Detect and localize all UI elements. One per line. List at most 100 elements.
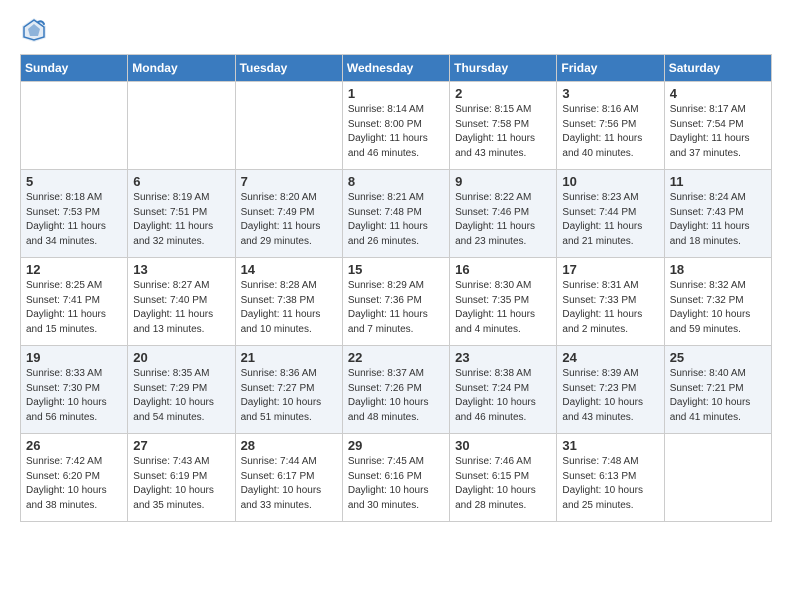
calendar-cell: 25Sunrise: 8:40 AM Sunset: 7:21 PM Dayli… [664, 346, 771, 434]
day-info: Sunrise: 8:27 AM Sunset: 7:40 PM Dayligh… [133, 279, 229, 337]
calendar-cell: 17 Sunrise: 8:31 AM Sunset: 7:33 PM Dayli… [557, 258, 664, 346]
calendar-cell: 10Sunrise: 8:23 AM Sunset: 7:44 PM Dayli… [557, 170, 664, 258]
day-number: 12 [26, 262, 122, 277]
day-info: Sunrise: 7:42 AM Sunset: 6:20 PM Dayligh… [26, 455, 122, 513]
col-header-tuesday: Tuesday [235, 55, 342, 82]
calendar-cell: 3Sunrise: 8:16 AM Sunset: 7:56 PM Daylig… [557, 82, 664, 170]
day-number: 5 [26, 174, 122, 189]
day-info: Sunrise: 8:25 AM Sunset: 7:41 PM Dayligh… [26, 279, 122, 337]
day-info: Sunrise: 8:37 AM Sunset: 7:26 PM Dayligh… [348, 367, 444, 425]
calendar-cell [664, 434, 771, 522]
day-number: 4 [670, 86, 766, 101]
day-number: 14 [241, 262, 337, 277]
day-number: 18 [670, 262, 766, 277]
col-header-sunday: Sunday [21, 55, 128, 82]
day-number: 8 [348, 174, 444, 189]
col-header-saturday: Saturday [664, 55, 771, 82]
day-number: 3 [562, 86, 658, 101]
day-info: Sunrise: 8:31 AM Sunset: 7:33 PM Dayligh… [562, 279, 658, 337]
day-number: 24 [562, 350, 658, 365]
calendar-cell: 19 Sunrise: 8:33 AM Sunset: 7:30 PM Dayli… [21, 346, 128, 434]
day-info: Sunrise: 8:38 AM Sunset: 7:24 PM Dayligh… [455, 367, 551, 425]
week-row-2: 5 Sunrise: 8:18 AM Sunset: 7:53 PM Daylig… [21, 170, 772, 258]
day-number: 7 [241, 174, 337, 189]
day-number: 20 [133, 350, 229, 365]
calendar-cell: 27 Sunrise: 7:43 AM Sunset: 6:19 PM Dayli… [128, 434, 235, 522]
day-info: Sunrise: 8:15 AM Sunset: 7:58 PM Dayligh… [455, 103, 551, 161]
calendar-cell: 24Sunrise: 8:39 AM Sunset: 7:23 PM Dayli… [557, 346, 664, 434]
day-number: 1 [348, 86, 444, 101]
week-row-1: 1 Sunrise: 8:14 AM Sunset: 8:00 PM Daylig… [21, 82, 772, 170]
col-header-thursday: Thursday [450, 55, 557, 82]
day-info: Sunrise: 8:18 AM Sunset: 7:53 PM Dayligh… [26, 191, 122, 249]
calendar-cell: 6 Sunrise: 8:19 AM Sunset: 7:51 PM Daylig… [128, 170, 235, 258]
day-number: 21 [241, 350, 337, 365]
calendar-cell: 31 Sunrise: 7:48 AM Sunset: 6:13 PM Dayli… [557, 434, 664, 522]
day-info: Sunrise: 8:30 AM Sunset: 7:35 PM Dayligh… [455, 279, 551, 337]
logo [20, 16, 52, 44]
day-number: 29 [348, 438, 444, 453]
week-row-3: 12 Sunrise: 8:25 AM Sunset: 7:41 PM Dayli… [21, 258, 772, 346]
day-number: 15 [348, 262, 444, 277]
day-number: 6 [133, 174, 229, 189]
calendar-cell [128, 82, 235, 170]
calendar-cell: 12 Sunrise: 8:25 AM Sunset: 7:41 PM Dayli… [21, 258, 128, 346]
day-info: Sunrise: 8:29 AM Sunset: 7:36 PM Dayligh… [348, 279, 444, 337]
calendar-cell: 14 Sunrise: 8:28 AM Sunset: 7:38 PM Dayli… [235, 258, 342, 346]
day-info: Sunrise: 8:17 AM Sunset: 7:54 PM Dayligh… [670, 103, 766, 161]
day-info: Sunrise: 8:23 AM Sunset: 7:44 PM Dayligh… [562, 191, 658, 249]
day-number: 17 [562, 262, 658, 277]
day-info: Sunrise: 8:32 AM Sunset: 7:32 PM Dayligh… [670, 279, 766, 337]
calendar-cell: 1 Sunrise: 8:14 AM Sunset: 8:00 PM Daylig… [342, 82, 449, 170]
day-info: Sunrise: 7:43 AM Sunset: 6:19 PM Dayligh… [133, 455, 229, 513]
calendar-cell: 21 Sunrise: 8:36 AM Sunset: 7:27 PM Dayli… [235, 346, 342, 434]
col-header-wednesday: Wednesday [342, 55, 449, 82]
calendar-cell: 28 Sunrise: 7:44 AM Sunset: 6:17 PM Dayli… [235, 434, 342, 522]
col-header-friday: Friday [557, 55, 664, 82]
page: SundayMondayTuesdayWednesdayThursdayFrid… [0, 0, 792, 538]
calendar-cell [235, 82, 342, 170]
day-info: Sunrise: 7:48 AM Sunset: 6:13 PM Dayligh… [562, 455, 658, 513]
day-info: Sunrise: 8:22 AM Sunset: 7:46 PM Dayligh… [455, 191, 551, 249]
day-number: 16 [455, 262, 551, 277]
calendar-cell: 16 Sunrise: 8:30 AM Sunset: 7:35 PM Dayli… [450, 258, 557, 346]
day-number: 30 [455, 438, 551, 453]
day-info: Sunrise: 8:19 AM Sunset: 7:51 PM Dayligh… [133, 191, 229, 249]
calendar-cell: 13Sunrise: 8:27 AM Sunset: 7:40 PM Dayli… [128, 258, 235, 346]
day-number: 23 [455, 350, 551, 365]
calendar-cell: 22 Sunrise: 8:37 AM Sunset: 7:26 PM Dayli… [342, 346, 449, 434]
calendar-header-row: SundayMondayTuesdayWednesdayThursdayFrid… [21, 55, 772, 82]
calendar-cell: 20Sunrise: 8:35 AM Sunset: 7:29 PM Dayli… [128, 346, 235, 434]
day-number: 28 [241, 438, 337, 453]
calendar-cell: 18 Sunrise: 8:32 AM Sunset: 7:32 PM Dayli… [664, 258, 771, 346]
calendar-cell: 7 Sunrise: 8:20 AM Sunset: 7:49 PM Daylig… [235, 170, 342, 258]
day-number: 2 [455, 86, 551, 101]
calendar-cell [21, 82, 128, 170]
week-row-5: 26 Sunrise: 7:42 AM Sunset: 6:20 PM Dayli… [21, 434, 772, 522]
day-number: 27 [133, 438, 229, 453]
day-info: Sunrise: 8:40 AM Sunset: 7:21 PM Dayligh… [670, 367, 766, 425]
day-info: Sunrise: 7:46 AM Sunset: 6:15 PM Dayligh… [455, 455, 551, 513]
calendar-cell: 30 Sunrise: 7:46 AM Sunset: 6:15 PM Dayli… [450, 434, 557, 522]
logo-icon [20, 16, 48, 44]
day-number: 19 [26, 350, 122, 365]
day-info: Sunrise: 8:33 AM Sunset: 7:30 PM Dayligh… [26, 367, 122, 425]
day-number: 26 [26, 438, 122, 453]
col-header-monday: Monday [128, 55, 235, 82]
week-row-4: 19 Sunrise: 8:33 AM Sunset: 7:30 PM Dayli… [21, 346, 772, 434]
day-number: 9 [455, 174, 551, 189]
calendar-cell: 5 Sunrise: 8:18 AM Sunset: 7:53 PM Daylig… [21, 170, 128, 258]
day-info: Sunrise: 8:14 AM Sunset: 8:00 PM Dayligh… [348, 103, 444, 161]
calendar-cell: 23 Sunrise: 8:38 AM Sunset: 7:24 PM Dayli… [450, 346, 557, 434]
day-info: Sunrise: 8:36 AM Sunset: 7:27 PM Dayligh… [241, 367, 337, 425]
day-number: 31 [562, 438, 658, 453]
day-info: Sunrise: 7:44 AM Sunset: 6:17 PM Dayligh… [241, 455, 337, 513]
calendar-cell: 11Sunrise: 8:24 AM Sunset: 7:43 PM Dayli… [664, 170, 771, 258]
calendar-cell: 15 Sunrise: 8:29 AM Sunset: 7:36 PM Dayli… [342, 258, 449, 346]
day-number: 11 [670, 174, 766, 189]
day-info: Sunrise: 8:20 AM Sunset: 7:49 PM Dayligh… [241, 191, 337, 249]
calendar-table: SundayMondayTuesdayWednesdayThursdayFrid… [20, 54, 772, 522]
header [20, 16, 772, 44]
day-info: Sunrise: 8:28 AM Sunset: 7:38 PM Dayligh… [241, 279, 337, 337]
day-number: 22 [348, 350, 444, 365]
